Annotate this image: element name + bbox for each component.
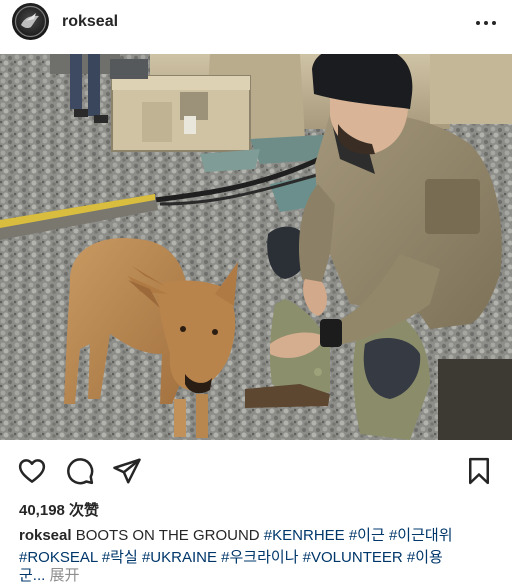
comment-bubble-icon [67,458,94,485]
seal-logo-icon [14,5,47,38]
hashtag[interactable]: #UKRAINE [142,549,217,566]
post-photo[interactable] [0,54,512,440]
bookmark-icon [469,457,489,485]
more-dot-icon [484,21,488,25]
profile-avatar[interactable] [12,3,49,40]
hashtag[interactable]: #이용 [407,549,443,566]
hashtag[interactable]: #우크라이나 [221,549,298,566]
post-header: rokseal [0,0,512,52]
caption-username[interactable]: rokseal [19,527,72,544]
more-dot-icon [492,21,496,25]
save-button[interactable] [464,456,494,486]
hashtag-continuation[interactable]: 군... [19,567,45,584]
more-dot-icon [476,21,480,25]
share-button[interactable] [112,456,142,486]
hashtag[interactable]: #락실 [102,549,138,566]
like-button[interactable] [17,456,47,486]
post-image [0,54,512,440]
hashtag[interactable]: #이근대위 [389,527,453,544]
post-username[interactable]: rokseal [62,13,118,31]
hashtag[interactable]: #이근 [349,527,385,544]
post-caption: rokseal BOOTS ON THE GROUND #KENRHEE #이근… [19,525,499,569]
caption-text: BOOTS ON THE GROUND [75,527,260,544]
hashtag[interactable]: #VOLUNTEER [303,549,403,566]
expand-caption-link[interactable]: 展开 [49,567,79,584]
more-options-button[interactable] [472,8,500,36]
comment-button[interactable] [65,456,95,486]
likes-count[interactable]: 40,198 次赞 [19,499,99,520]
heart-icon [18,459,46,483]
paper-plane-icon [113,458,141,484]
post-actions [0,450,512,490]
hashtag[interactable]: #KENRHEE [264,527,345,544]
